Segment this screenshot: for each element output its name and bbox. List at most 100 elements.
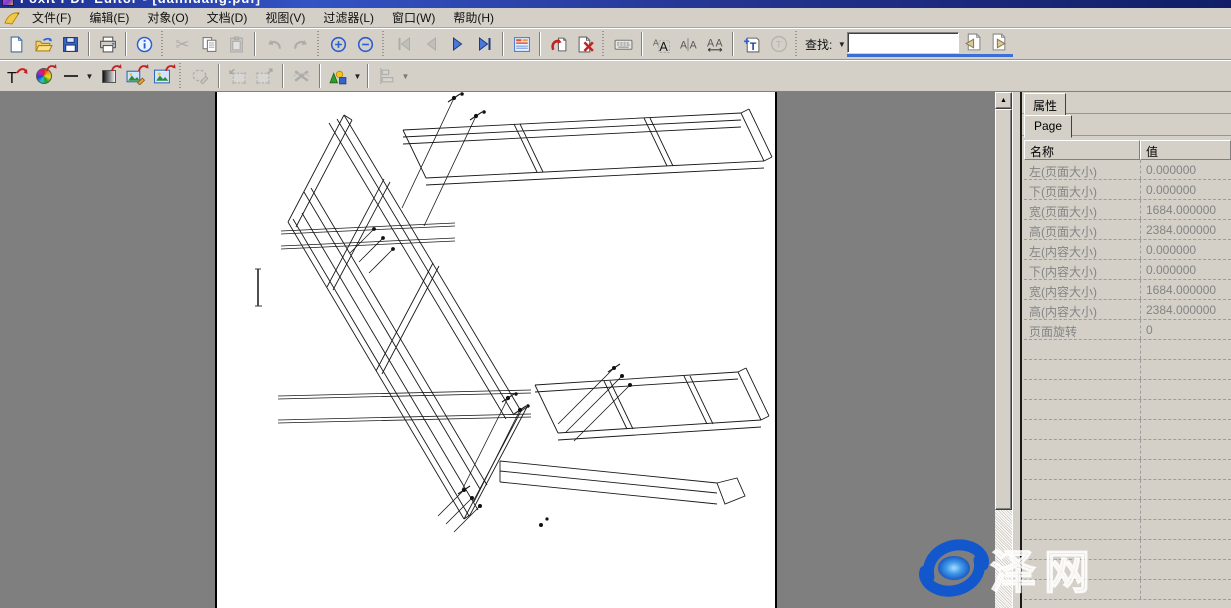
insert-shape-button[interactable]	[325, 63, 352, 89]
property-value[interactable]: 2384.000000	[1140, 300, 1231, 319]
char-spacing-button[interactable]: AA	[701, 31, 728, 57]
property-name: 高(页面大小)	[1024, 220, 1140, 239]
property-name: 宽(内容大小)	[1024, 280, 1140, 299]
find-history-dropdown[interactable]: ▼	[836, 32, 847, 56]
tab-page[interactable]: Page	[1024, 115, 1072, 138]
property-row[interactable]: 左(页面大小)0.000000	[1024, 160, 1231, 180]
menu-document[interactable]: 文档(D)	[198, 7, 257, 28]
property-value[interactable]: 1684.000000	[1140, 280, 1231, 299]
first-page-button[interactable]	[390, 31, 417, 57]
next-page-button[interactable]	[444, 31, 471, 57]
property-row[interactable]: 左(内容大小)0.000000	[1024, 240, 1231, 260]
toolbar-gripper[interactable]	[160, 31, 164, 57]
scrollbar-thumb[interactable]	[995, 109, 1012, 510]
menu-view[interactable]: 视图(V)	[256, 7, 314, 28]
zoom-in-button[interactable]	[325, 31, 352, 57]
property-row[interactable]: 下(页面大小)0.000000	[1024, 180, 1231, 200]
toolbar-gripper[interactable]	[381, 31, 385, 57]
line-style-dropdown[interactable]: ▼	[84, 64, 95, 88]
shading-button[interactable]	[95, 63, 122, 89]
edit-text-button[interactable]: T	[3, 63, 30, 89]
toolbar-gripper[interactable]	[178, 63, 182, 89]
delete-page-button[interactable]	[572, 31, 599, 57]
menu-help[interactable]: 帮助(H)	[444, 7, 503, 28]
find-prev-button[interactable]	[959, 31, 986, 57]
property-value[interactable]: 0.000000	[1140, 180, 1231, 199]
delete-object-button[interactable]	[288, 63, 315, 89]
zoom-out-icon	[357, 36, 374, 53]
property-row[interactable]: 宽(页面大小)1684.000000	[1024, 200, 1231, 220]
group-button[interactable]	[224, 63, 251, 89]
align-button[interactable]	[373, 63, 400, 89]
find-next-button[interactable]	[986, 31, 1013, 57]
property-row[interactable]: 页面旋转0	[1024, 320, 1231, 340]
toolbar-gripper[interactable]	[316, 31, 320, 57]
cut-button[interactable]: ✂	[169, 31, 196, 57]
font-button[interactable]: AA	[647, 31, 674, 57]
rotate-page-icon	[550, 36, 568, 53]
text-circle-button[interactable]: T	[765, 31, 792, 57]
menu-window[interactable]: 窗口(W)	[383, 7, 444, 28]
scroll-up-button[interactable]: ▲	[995, 92, 1012, 109]
empty-row	[1024, 380, 1231, 400]
property-value[interactable]: 1684.000000	[1140, 200, 1231, 219]
menu-object[interactable]: 对象(O)	[138, 7, 197, 28]
add-text-button[interactable]: T	[738, 31, 765, 57]
find-input[interactable]	[847, 32, 959, 53]
column-header-value[interactable]: 值	[1140, 140, 1231, 160]
property-name: 宽(页面大小)	[1024, 200, 1140, 219]
edit-image-button[interactable]	[122, 63, 149, 89]
document-canvas[interactable]	[0, 92, 995, 608]
toolbar-separator	[88, 32, 90, 56]
save-floppy-icon	[62, 36, 79, 53]
menu-edit[interactable]: 编辑(E)	[80, 7, 138, 28]
redo-button[interactable]	[287, 31, 314, 57]
panel-splitter[interactable]	[1012, 92, 1022, 608]
toolbar-gripper[interactable]	[794, 31, 798, 57]
property-value[interactable]: 0.000000	[1140, 160, 1231, 179]
insert-shape-dropdown[interactable]: ▼	[352, 64, 363, 88]
property-name: 下(内容大小)	[1024, 260, 1140, 279]
save-button[interactable]	[57, 31, 84, 57]
property-value[interactable]: 0.000000	[1140, 240, 1231, 259]
group-icon	[228, 68, 247, 85]
page-properties-button[interactable]	[508, 31, 535, 57]
keyboard-button[interactable]	[610, 31, 637, 57]
vertical-scrollbar[interactable]: ▲	[995, 92, 1012, 608]
modify-arrow-icon	[46, 63, 57, 73]
open-button[interactable]	[30, 31, 57, 57]
paste-button[interactable]	[223, 31, 250, 57]
toolbar-separator	[282, 64, 284, 88]
ungroup-button[interactable]	[251, 63, 278, 89]
rotate-page-button[interactable]	[545, 31, 572, 57]
menu-file[interactable]: 文件(F)	[23, 7, 80, 28]
pdf-page[interactable]	[215, 92, 777, 608]
align-dropdown[interactable]: ▼	[400, 64, 411, 88]
menu-filter[interactable]: 过滤器(L)	[314, 7, 383, 28]
undo-button[interactable]	[260, 31, 287, 57]
page-form-icon	[513, 36, 531, 53]
property-value[interactable]: 0.000000	[1140, 260, 1231, 279]
document-icon[interactable]	[3, 10, 21, 26]
replace-image-button[interactable]	[149, 63, 176, 89]
zoom-out-button[interactable]	[352, 31, 379, 57]
last-page-button[interactable]	[471, 31, 498, 57]
column-header-name[interactable]: 名称	[1024, 140, 1140, 160]
prev-page-button[interactable]	[417, 31, 444, 57]
property-row[interactable]: 高(页面大小)2384.000000	[1024, 220, 1231, 240]
lasso-select-button[interactable]	[187, 63, 214, 89]
property-row[interactable]: 高(内容大小)2384.000000	[1024, 300, 1231, 320]
new-button[interactable]	[3, 31, 30, 57]
line-style-button[interactable]	[57, 63, 84, 89]
property-value[interactable]: 2384.000000	[1140, 220, 1231, 239]
kerning-button[interactable]: AA	[674, 31, 701, 57]
property-value[interactable]: 0	[1140, 320, 1231, 339]
toolbar-gripper[interactable]	[601, 31, 605, 57]
fill-color-button[interactable]	[30, 63, 57, 89]
svg-text:A: A	[653, 37, 659, 47]
copy-button[interactable]	[196, 31, 223, 57]
print-button[interactable]	[94, 31, 121, 57]
property-row[interactable]: 宽(内容大小)1684.000000	[1024, 280, 1231, 300]
info-button[interactable]	[131, 31, 158, 57]
property-row[interactable]: 下(内容大小)0.000000	[1024, 260, 1231, 280]
